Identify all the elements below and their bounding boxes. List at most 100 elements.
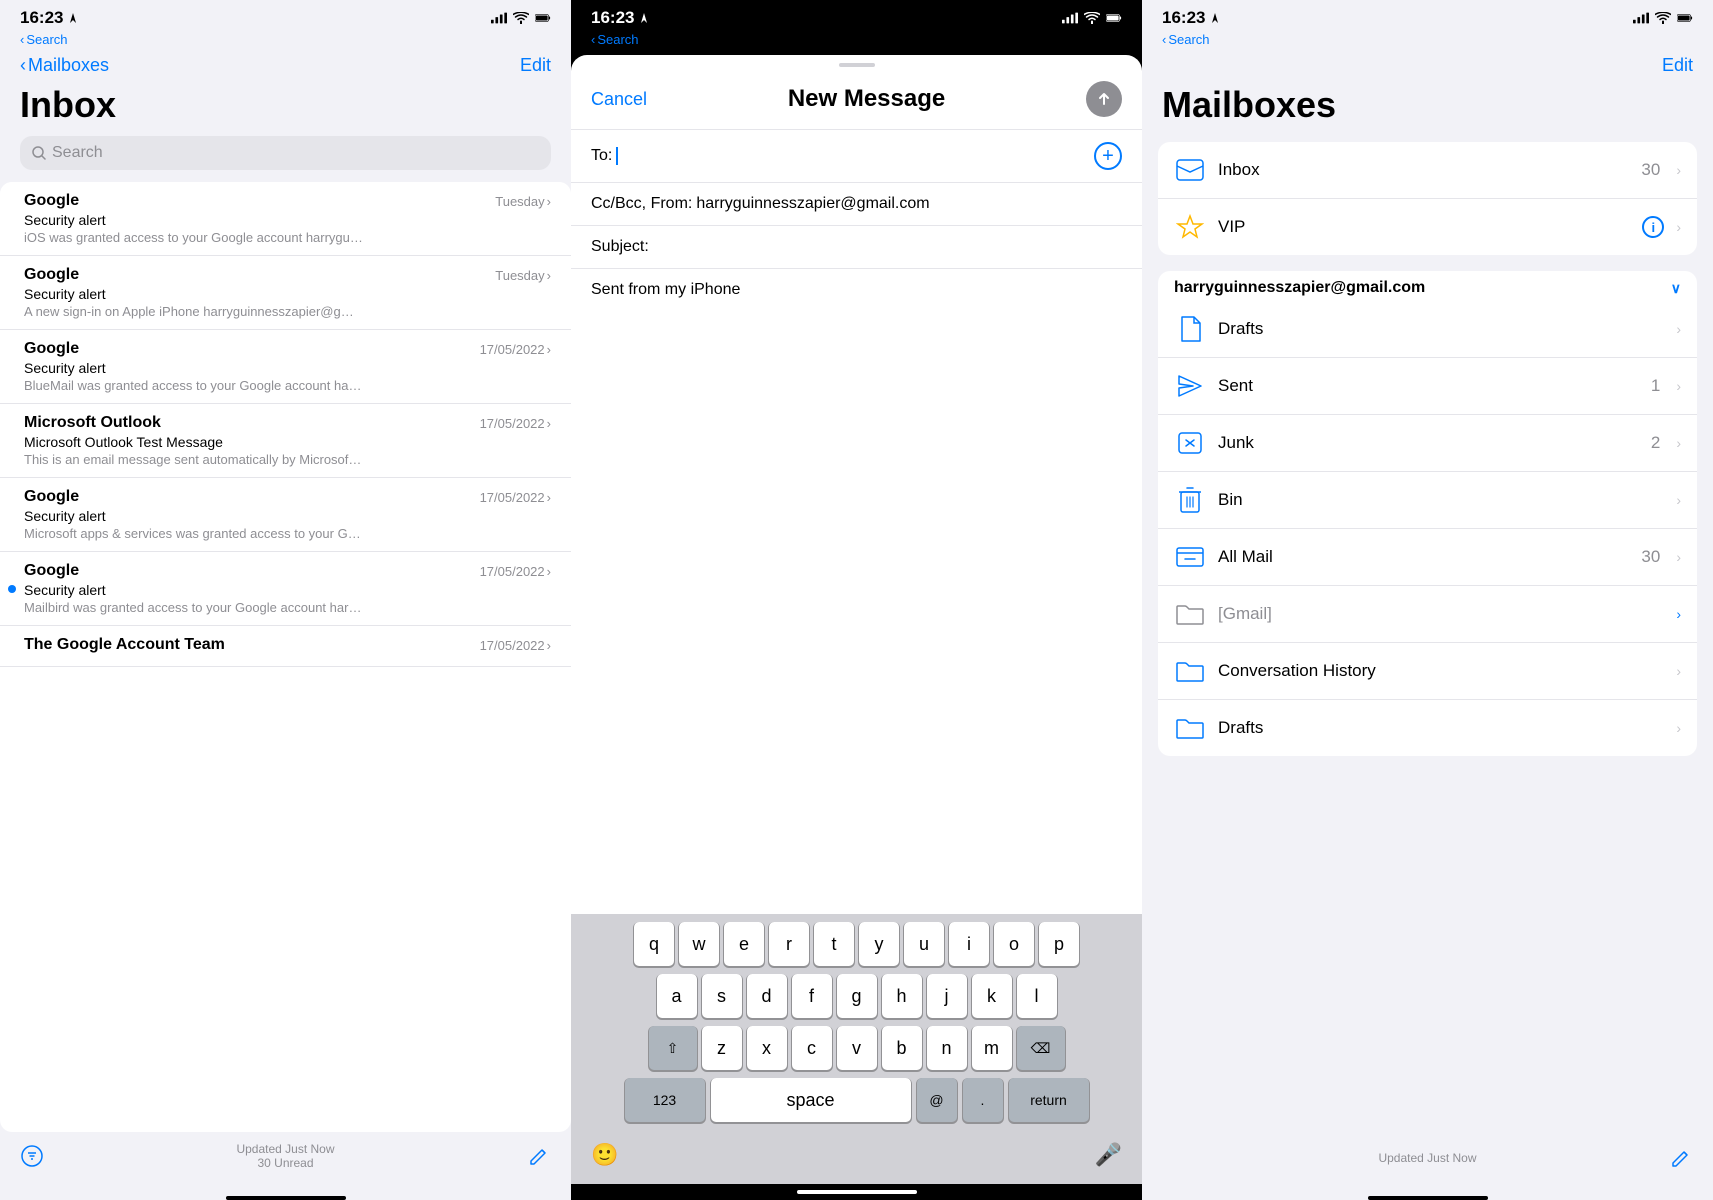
chevron-right-icon: › xyxy=(1676,720,1681,736)
key-k[interactable]: k xyxy=(972,974,1012,1018)
cc-field[interactable]: Cc/Bcc, From: harryguinnesszapier@gmail.… xyxy=(571,182,1142,225)
key-h[interactable]: h xyxy=(882,974,922,1018)
bottom-status-1: Updated Just Now 30 Unread xyxy=(236,1142,334,1170)
location-icon-3 xyxy=(1209,12,1221,24)
to-label: To: xyxy=(591,147,612,165)
back-label-3[interactable]: Search xyxy=(1168,32,1209,47)
compose-icon[interactable] xyxy=(527,1144,551,1168)
chevron-right-blue-icon: › xyxy=(1676,606,1681,622)
key-y[interactable]: y xyxy=(859,922,899,966)
list-item-bin[interactable]: Bin › xyxy=(1158,472,1697,529)
emoji-key[interactable]: 🙂 xyxy=(583,1134,626,1176)
folder-icon-blue xyxy=(1176,660,1204,682)
list-item-inbox[interactable]: Inbox 30 › xyxy=(1158,142,1697,199)
key-c[interactable]: c xyxy=(792,1026,832,1070)
chevron-down-icon[interactable]: ∨ xyxy=(1671,280,1681,297)
delete-key[interactable]: ⌫ xyxy=(1017,1026,1065,1070)
key-e[interactable]: e xyxy=(724,922,764,966)
table-row[interactable]: Google Tuesday › Security alert iOS was … xyxy=(0,182,571,256)
cancel-button[interactable]: Cancel xyxy=(591,89,647,110)
key-i[interactable]: i xyxy=(949,922,989,966)
vip-info-button[interactable]: i xyxy=(1642,216,1664,238)
list-item-allmail[interactable]: All Mail 30 › xyxy=(1158,529,1697,586)
inbox-count: 30 xyxy=(1641,160,1660,180)
trash-icon xyxy=(1179,487,1201,513)
list-item-sent[interactable]: Sent 1 › xyxy=(1158,358,1697,415)
subject-field[interactable]: Subject: xyxy=(571,225,1142,268)
key-r[interactable]: r xyxy=(769,922,809,966)
cc-label: Cc/Bcc, From: xyxy=(591,195,692,213)
period-key[interactable]: . xyxy=(963,1078,1003,1122)
send-button[interactable] xyxy=(1086,81,1122,117)
key-p[interactable]: p xyxy=(1039,922,1079,966)
edit-btn-3[interactable]: Edit xyxy=(1662,55,1693,76)
back-label-1[interactable]: Search xyxy=(26,32,67,47)
search-bar[interactable]: Search xyxy=(20,136,551,170)
conversation-history-label: Conversation History xyxy=(1218,661,1664,681)
email-sender: Google xyxy=(24,488,79,506)
list-item-gmail[interactable]: [Gmail] › xyxy=(1158,586,1697,643)
key-z[interactable]: z xyxy=(702,1026,742,1070)
account-header[interactable]: harryguinnesszapier@gmail.com ∨ xyxy=(1158,271,1697,301)
table-row[interactable]: Microsoft Outlook 17/05/2022 › Microsoft… xyxy=(0,404,571,478)
battery-icon-1 xyxy=(535,12,551,24)
key-s[interactable]: s xyxy=(702,974,742,1018)
compose-icon-3[interactable] xyxy=(1669,1146,1693,1170)
email-preview: iOS was granted access to your Google ac… xyxy=(24,230,364,245)
status-bar-1: 16:23 xyxy=(0,0,571,32)
add-contact-button[interactable]: + xyxy=(1094,142,1122,170)
back-search-2[interactable]: ‹ Search xyxy=(571,32,1142,51)
chevron-right-icon: › xyxy=(1676,321,1681,337)
table-row[interactable]: Google Tuesday › Security alert A new si… xyxy=(0,256,571,330)
key-t[interactable]: t xyxy=(814,922,854,966)
back-search-3[interactable]: ‹ Search xyxy=(1142,32,1713,51)
shift-key[interactable]: ⇧ xyxy=(649,1026,697,1070)
mailboxes-link[interactable]: ‹ Mailboxes xyxy=(20,55,109,76)
at-key[interactable]: @ xyxy=(917,1078,957,1122)
key-g[interactable]: g xyxy=(837,974,877,1018)
return-key[interactable]: return xyxy=(1009,1078,1089,1122)
list-item-junk[interactable]: Junk 2 › xyxy=(1158,415,1697,472)
compose-body[interactable]: Sent from my iPhone xyxy=(571,268,1142,914)
filter-icon[interactable] xyxy=(20,1144,44,1168)
mic-key[interactable]: 🎤 xyxy=(1087,1134,1130,1176)
sent-label: Sent xyxy=(1218,376,1639,396)
key-f[interactable]: f xyxy=(792,974,832,1018)
drafts-label: Drafts xyxy=(1218,319,1664,339)
nav-bar-3: Edit xyxy=(1142,51,1713,84)
key-d[interactable]: d xyxy=(747,974,787,1018)
mailboxes-label[interactable]: Mailboxes xyxy=(28,55,109,76)
edit-btn-1[interactable]: Edit xyxy=(520,55,551,76)
to-field[interactable]: To: + xyxy=(571,129,1142,182)
inbox-title: Inbox xyxy=(0,84,571,136)
key-o[interactable]: o xyxy=(994,922,1034,966)
numbers-key[interactable]: 123 xyxy=(625,1078,705,1122)
email-date: Tuesday › xyxy=(495,194,551,209)
key-b[interactable]: b xyxy=(882,1026,922,1070)
table-row[interactable]: The Google Account Team 17/05/2022 › xyxy=(0,626,571,667)
back-label-2[interactable]: Search xyxy=(597,32,638,47)
key-u[interactable]: u xyxy=(904,922,944,966)
back-search-1[interactable]: ‹ Search xyxy=(0,32,571,51)
list-item-vip[interactable]: VIP i › xyxy=(1158,199,1697,255)
email-date: 17/05/2022 › xyxy=(480,490,551,505)
key-l[interactable]: l xyxy=(1017,974,1057,1018)
key-m[interactable]: m xyxy=(972,1026,1012,1070)
key-j[interactable]: j xyxy=(927,974,967,1018)
key-n[interactable]: n xyxy=(927,1026,967,1070)
key-a[interactable]: a xyxy=(657,974,697,1018)
table-row[interactable]: Google 17/05/2022 › Security alert BlueM… xyxy=(0,330,571,404)
list-item-drafts[interactable]: Drafts › xyxy=(1158,301,1697,358)
update-status-3: Updated Just Now xyxy=(1378,1151,1476,1165)
junk-label: Junk xyxy=(1218,433,1639,453)
list-item-drafts-account[interactable]: Drafts › xyxy=(1158,700,1697,756)
space-key[interactable]: space xyxy=(711,1078,911,1122)
key-w[interactable]: w xyxy=(679,922,719,966)
table-row[interactable]: Google 17/05/2022 › Security alert Mailb… xyxy=(0,552,571,626)
to-value[interactable] xyxy=(616,147,1094,165)
key-v[interactable]: v xyxy=(837,1026,877,1070)
table-row[interactable]: Google 17/05/2022 › Security alert Micro… xyxy=(0,478,571,552)
key-x[interactable]: x xyxy=(747,1026,787,1070)
key-q[interactable]: q xyxy=(634,922,674,966)
list-item-conversation-history[interactable]: Conversation History › xyxy=(1158,643,1697,700)
